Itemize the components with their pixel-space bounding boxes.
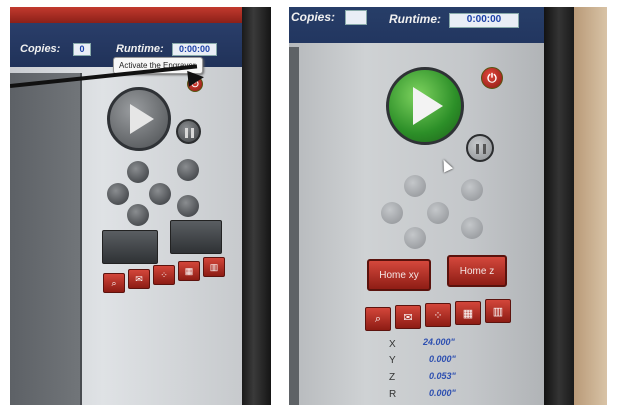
z-up-button[interactable] [177, 159, 199, 181]
axis-x-value: 24.000" [423, 337, 455, 347]
home-xy-button[interactable]: Home xy [367, 259, 431, 291]
jog-up-button[interactable] [404, 175, 426, 197]
ruler-icon[interactable]: ▥ [203, 257, 225, 277]
axis-x-label: X [389, 339, 396, 350]
power-button[interactable]: ⏻ [481, 67, 503, 89]
jog-left-button[interactable] [107, 183, 129, 205]
ruler-icon[interactable]: ▥ [485, 299, 511, 323]
copies-label: Copies: [291, 10, 336, 24]
pattern-icon[interactable]: ▦ [178, 261, 200, 281]
jog-up-button[interactable] [127, 161, 149, 183]
copies-field[interactable]: 0 [73, 43, 91, 56]
start-button[interactable] [107, 87, 171, 151]
annotation-arrowhead [187, 69, 205, 87]
dots-icon[interactable]: ⁘ [425, 303, 451, 327]
copies-field[interactable] [345, 10, 367, 25]
zoom-icon[interactable]: ⌕ [103, 273, 125, 293]
left-photo: Copies: 0 Runtime: 0:00:00 Activate the … [10, 7, 271, 405]
pause-button[interactable] [176, 119, 201, 144]
home-z-button[interactable]: Home z [447, 255, 507, 287]
axis-z-value: 0.053" [429, 371, 456, 381]
dots-icon[interactable]: ⁘ [153, 265, 175, 285]
jog-down-button[interactable] [127, 204, 149, 226]
pause-button[interactable] [466, 134, 494, 162]
status-bar: Copies: Runtime: 0:00:00 [289, 7, 544, 43]
jog-right-button[interactable] [427, 202, 449, 224]
runtime-display: 0:00:00 [449, 13, 519, 28]
axis-z-label: Z [389, 372, 396, 383]
monitor-bezel [242, 7, 271, 405]
runtime-label: Runtime: [389, 12, 441, 26]
home-xy-button[interactable] [102, 230, 158, 264]
background-wall [574, 7, 607, 405]
z-up-button[interactable] [461, 179, 483, 201]
envelope-icon[interactable]: ✉ [128, 269, 150, 289]
play-icon [130, 104, 154, 134]
right-photo: Copies: Runtime: 0:00:00 ⏻ Home xy Home … [289, 7, 607, 405]
pattern-icon[interactable]: ▦ [455, 301, 481, 325]
axis-y-label: Y [389, 355, 396, 366]
z-down-button[interactable] [461, 217, 483, 239]
z-down-button[interactable] [177, 195, 199, 217]
jog-down-button[interactable] [404, 227, 426, 249]
jog-left-button[interactable] [381, 202, 403, 224]
copies-label: Copies: [20, 43, 61, 55]
zoom-icon[interactable]: ⌕ [365, 307, 391, 331]
design-pane [10, 73, 82, 405]
runtime-label: Runtime: [116, 43, 164, 55]
start-button[interactable] [386, 67, 464, 145]
play-icon [413, 87, 443, 125]
monitor-bezel [544, 7, 574, 405]
jog-right-button[interactable] [149, 183, 171, 205]
axis-r-label: R [389, 389, 397, 400]
home-z-button[interactable] [170, 220, 222, 254]
runtime-display: 0:00:00 [172, 43, 217, 56]
envelope-icon[interactable]: ✉ [395, 305, 421, 329]
axis-y-value: 0.000" [429, 354, 456, 364]
title-bar [10, 7, 242, 23]
power-icon: ⏻ [487, 70, 497, 85]
axis-r-value: 0.000" [429, 388, 456, 398]
design-pane [289, 47, 299, 405]
control-panel-screen [289, 7, 544, 405]
